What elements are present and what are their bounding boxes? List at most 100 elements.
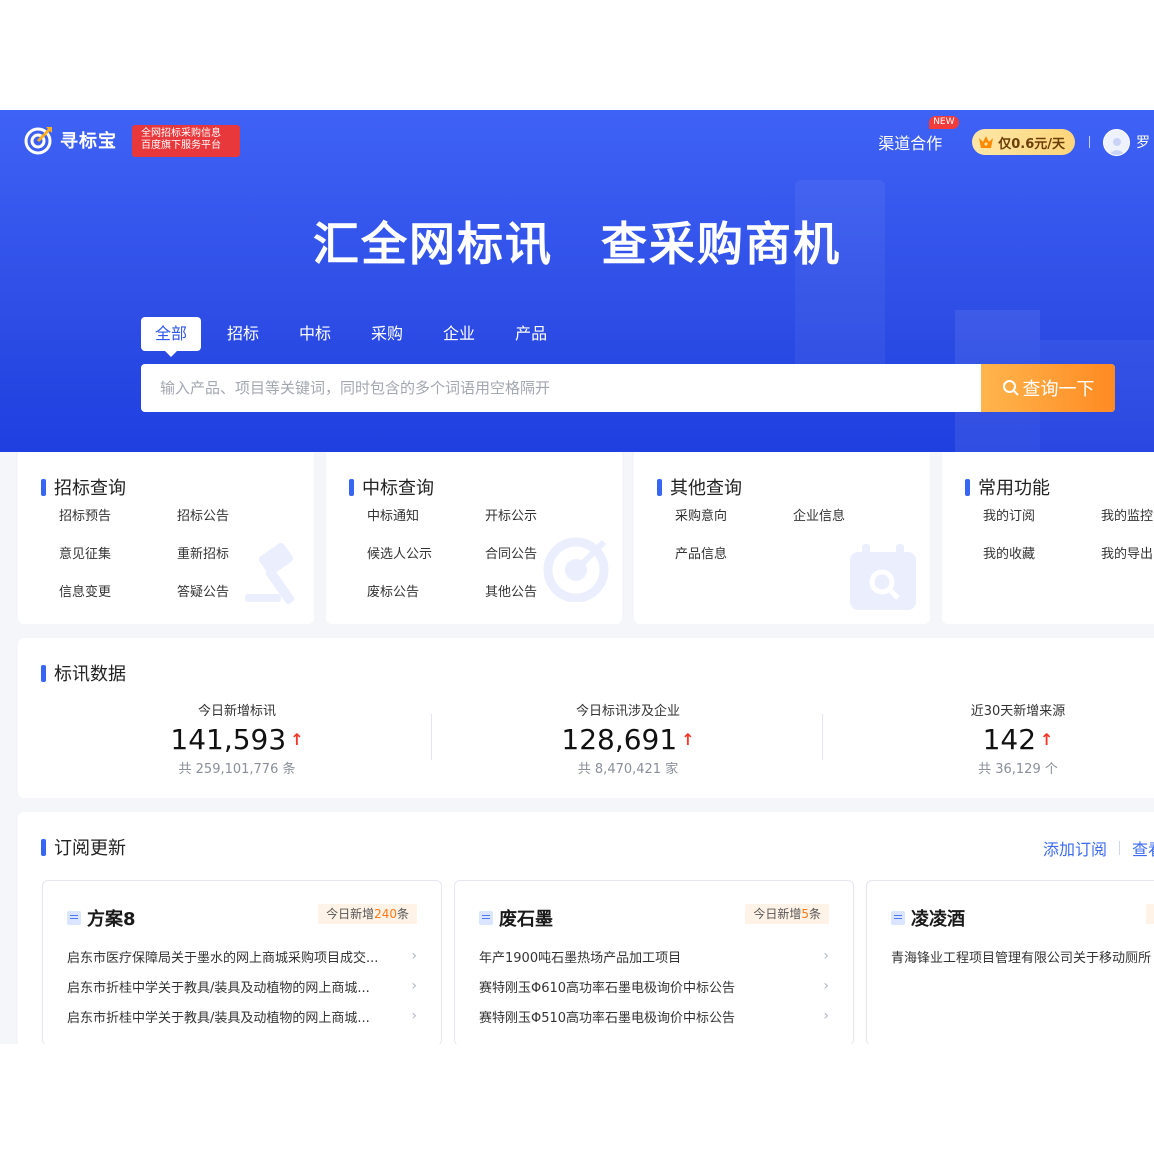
subscriptions-header: 订阅更新 [41,834,126,860]
channel-cooperation-link[interactable]: 渠道合作 NEW [878,116,959,154]
stat-label: 近30天新增来源 [970,704,1066,719]
chevron-right-icon: › [411,948,417,964]
brand-name: 寻标宝 [60,131,117,152]
link-company-info[interactable]: 企业信息 [793,507,911,526]
subscription-head: 凌凌酒 [891,905,965,931]
search-button[interactable]: 查询一下 [981,364,1115,412]
subscription-keyword: 废石墨 [499,909,553,930]
title-bar [965,478,970,496]
subscriptions-panel: 订阅更新 添加订阅 查看 方案8 今日新增240条 启东市医疗保障局关于墨水的网… [18,812,1154,1044]
search-button-label: 查询一下 [1022,379,1095,400]
link-my-monitor[interactable]: 我的监控 [1101,507,1154,526]
list-item[interactable]: 启东市折桂中学关于教具/装具及动植物的网上商城... › [67,1001,417,1031]
stat-sources: 近30天新增来源 142 ↑ 共 36,129 个 [888,700,1148,777]
card-title: 其他查询 [670,478,742,499]
action-divider [1119,841,1120,855]
subscription-head: 方案8 [67,905,136,931]
today-prefix: 今日新增 [326,907,375,921]
item-title: 赛特刚玉Φ610高功率石墨电极询价中标公告 [479,980,736,996]
tab-all[interactable]: 全部 [141,317,201,357]
chevron-right-icon: › [823,1008,829,1024]
list-item[interactable]: 年产1900吨石墨热场产品加工项目 › [479,941,829,971]
link-bid-opening[interactable]: 开标公示 [485,507,603,526]
subscription-items: 启东市医疗保障局关于墨水的网上商城采购项目成交... › 启东市折桂中学关于教具/… [67,941,417,1031]
document-icon [891,911,905,925]
today-count-badge: 今日新增5条 [745,904,829,924]
card-title: 招标查询 [54,478,126,499]
tab-company[interactable]: 企业 [429,317,489,351]
list-item[interactable]: 启东市医疗保障局关于墨水的网上商城采购项目成交... › [67,941,417,971]
link-my-subscriptions[interactable]: 我的订阅 [983,507,1101,526]
list-item[interactable]: 赛特刚玉Φ510高功率石墨电极询价中标公告 › [479,1001,829,1031]
link-product-info[interactable]: 产品信息 [675,545,793,564]
top-nav: 渠道合作 NEW 仅0.6元/天 罗 [878,116,1154,162]
link-tender-notice[interactable]: 招标公告 [177,507,295,526]
subscriptions-title: 订阅更新 [54,838,126,859]
award-query-card: 中标查询 中标通知 开标公示 候选人公示 合同公告 废标公告 其他公告 [326,452,622,624]
list-item[interactable]: 赛特刚玉Φ610高功率石墨电极询价中标公告 › [479,971,829,1001]
view-all-link[interactable]: 查看 [1132,836,1154,860]
target-logo-icon [24,127,52,155]
crown-icon [979,136,994,148]
subscription-items: 青海锋业工程项目管理有限公司关于移动厕所 [891,941,1154,971]
stat-label: 今日标讯涉及企业 [575,704,680,719]
stat-total: 共 8,470,421 家 [577,762,679,777]
search-tabs: 全部 招标 中标 采购 企业 产品 [141,317,573,357]
link-award-notice[interactable]: 中标通知 [367,507,485,526]
subscription-card[interactable]: 废石墨 今日新增5条 年产1900吨石墨热场产品加工项目 › 赛特刚玉Φ610高功… [454,880,854,1044]
item-title: 青海锋业工程项目管理有限公司关于移动厕所 [891,950,1152,966]
other-query-card: 其他查询 采购意向 企业信息 产品信息 [634,452,930,624]
avatar[interactable] [1103,128,1130,156]
subscription-actions: 添加订阅 查看 [1043,836,1154,860]
tab-procurement[interactable]: 采购 [357,317,417,351]
stats-panel: 标讯数据 今日新增标讯 141,593 ↑ 共 259,101,776 条 今日… [18,638,1154,798]
vip-price-button[interactable]: 仅0.6元/天 [972,129,1075,155]
link-tender-forecast[interactable]: 招标预告 [59,507,177,526]
user-icon [1108,137,1125,155]
link-cancelled[interactable]: 废标公告 [367,583,485,602]
add-subscription-link[interactable]: 添加订阅 [1043,836,1107,860]
tab-tender[interactable]: 招标 [213,317,273,351]
arrow-up-icon: ↑ [1040,730,1054,749]
card-header: 常用功能 [965,474,1050,500]
title-bar [349,478,354,496]
card-header: 其他查询 [657,474,742,500]
link-info-change[interactable]: 信息变更 [59,583,177,602]
list-item[interactable]: 启东市折桂中学关于教具/装具及动植物的网上商城... › [67,971,417,1001]
stat-new-bids: 今日新增标讯 141,593 ↑ 共 259,101,776 条 [107,700,367,777]
arrow-up-icon: ↑ [681,730,695,749]
link-my-exports[interactable]: 我的导出 [1101,545,1154,564]
search-input[interactable] [141,364,981,412]
stat-companies: 今日标讯涉及企业 128,691 ↑ 共 8,470,421 家 [498,700,758,777]
link-candidate[interactable]: 候选人公示 [367,545,485,564]
item-title: 启东市医疗保障局关于墨水的网上商城采购项目成交... [67,950,379,966]
subscription-keyword: 凌凌酒 [911,909,965,930]
link-my-favorites[interactable]: 我的收藏 [983,545,1101,564]
subscription-card[interactable]: 方案8 今日新增240条 启东市医疗保障局关于墨水的网上商城采购项目成交... ›… [42,880,442,1044]
stats-title: 标讯数据 [54,664,126,685]
new-badge: NEW [929,116,959,129]
stat-value: 141,593 [170,723,287,756]
subscription-card[interactable]: 凌凌酒 青海锋业工程项目管理有限公司关于移动厕所 [866,880,1154,1044]
link-opinion[interactable]: 意见征集 [59,545,177,564]
username[interactable]: 罗 [1136,132,1154,152]
common-functions-card: 常用功能 我的订阅 我的监控 我的收藏 我的导出 [942,452,1154,624]
target-icon [543,537,609,602]
item-title: 启东市折桂中学关于教具/装具及动植物的网上商城... [67,1010,370,1026]
tab-award[interactable]: 中标 [285,317,345,351]
slogan-line: 百度旗下服务平台 [141,140,221,151]
tab-product[interactable]: 产品 [501,317,561,351]
card-title: 常用功能 [978,478,1050,499]
link-purchase-intent[interactable]: 采购意向 [675,507,793,526]
subscription-keyword: 方案8 [87,909,136,930]
logo[interactable]: 寻标宝 [24,125,117,155]
nav-divider [1089,136,1090,148]
title-bar [41,478,46,496]
stat-divider [822,714,823,760]
list-item[interactable]: 青海锋业工程项目管理有限公司关于移动厕所 [891,941,1154,971]
today-count: 5 [801,907,809,921]
search-bar: 查询一下 [141,364,1115,412]
search-icon [1002,380,1019,396]
card-title: 中标查询 [362,478,434,499]
slogan-line: 全网招标采购信息 [141,128,221,139]
